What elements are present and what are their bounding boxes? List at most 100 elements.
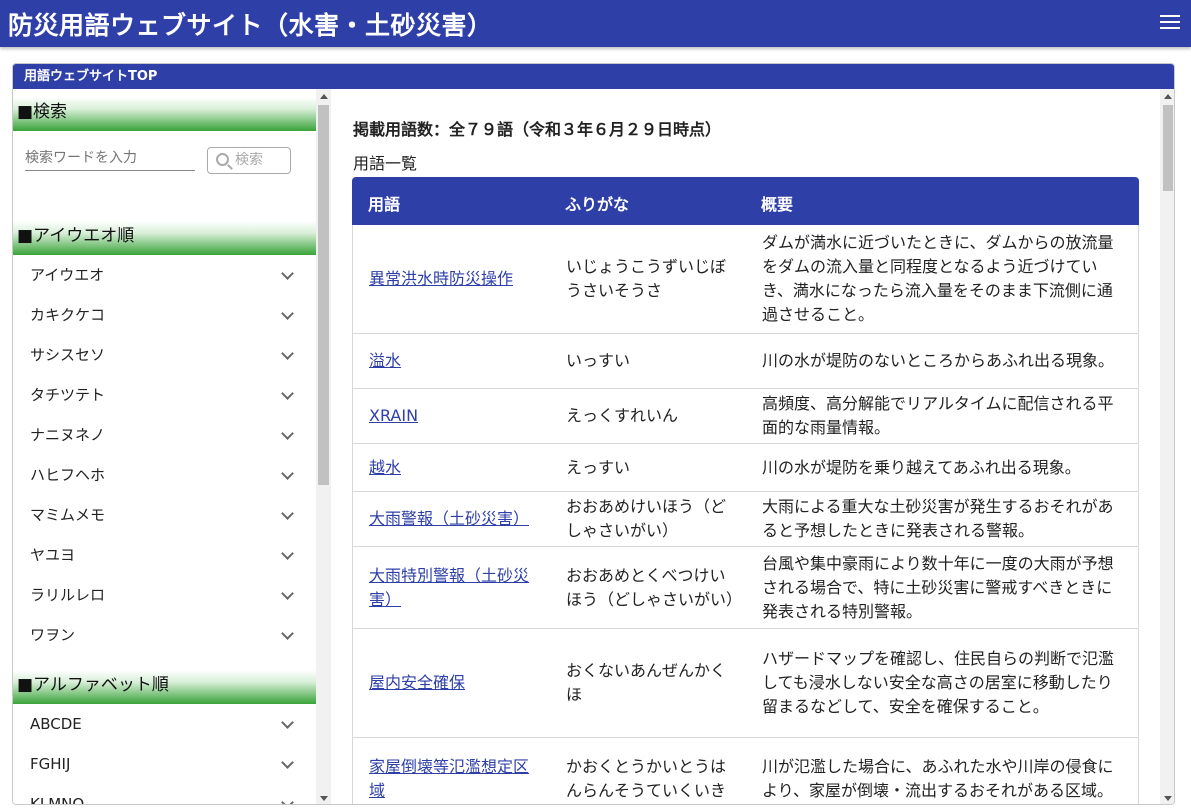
term-reading: いっすい	[566, 351, 631, 370]
sidebar-scroll-thumb[interactable]	[318, 105, 329, 485]
term-list-label: 用語一覧	[353, 154, 418, 173]
kana-heading: ■アイウエオ順	[13, 221, 316, 255]
accordion-item-na[interactable]: ナニヌネノ	[13, 415, 316, 455]
term-summary: 高頻度、高分解能でリアルタイムに配信される平面的な雨量情報。	[762, 394, 1114, 437]
scroll-up-icon[interactable]	[320, 94, 328, 99]
accordion-item-ka[interactable]: カキクケコ	[13, 295, 316, 335]
term-reading: おくないあんぜんかくほ	[566, 661, 727, 704]
chevron-down-icon	[281, 587, 294, 600]
chevron-down-icon	[281, 716, 294, 729]
main-scrollbar[interactable]	[1160, 89, 1174, 804]
chevron-down-icon	[281, 467, 294, 480]
accordion-item-a[interactable]: アイウエオ	[13, 255, 316, 295]
accordion-item-label: ワヲン	[30, 626, 76, 644]
table-row: 大雨警報（土砂災害） おおあめけいほう（どしゃさいがい） 大雨による重大な土砂災…	[352, 492, 1139, 547]
sidebar: ■検索 検索 ■アイウエオ順 アイウエオ カキクケコ サシスセソ タチツテト ナ…	[13, 89, 316, 805]
site-title[interactable]: 防災用語ウェブサイト（水害・土砂災害）	[8, 6, 493, 42]
accordion-item-label: KLMNO	[30, 795, 85, 805]
hamburger-menu-icon[interactable]	[1160, 15, 1180, 31]
chevron-down-icon	[281, 267, 294, 280]
accordion-item-label: マミムメモ	[30, 506, 106, 524]
term-link[interactable]: 大雨特別警報（土砂災害）	[369, 564, 539, 612]
search-row: 検索	[13, 131, 316, 209]
accordion-item-sa[interactable]: サシスセソ	[13, 335, 316, 375]
accordion-item-label: アイウエオ	[30, 266, 105, 284]
term-link[interactable]: XRAIN	[369, 404, 539, 428]
main-content: 掲載用語数：全７９語（令和３年６月２９日時点） 用語一覧 用語 ふりがな 概要 …	[331, 89, 1160, 804]
term-link[interactable]: 越水	[369, 456, 539, 480]
table-row: 屋内安全確保 おくないあんぜんかくほ ハザードマップを確認し、住民自らの判断で氾…	[352, 629, 1139, 738]
term-link[interactable]: 異常洪水時防災操作	[369, 267, 539, 291]
term-count: 掲載用語数：全７９語（令和３年６月２９日時点）	[353, 120, 722, 139]
chevron-down-icon	[281, 756, 294, 769]
search-icon	[216, 153, 229, 166]
accordion-item-abcde[interactable]: ABCDE	[13, 704, 316, 744]
term-reading: おおあめとくべつけいほう（どしゃさいがい）	[566, 565, 743, 609]
table-row: 溢水 いっすい 川の水が堤防のないところからあふれ出る現象。	[352, 334, 1139, 389]
term-reading: かおくとうかいとうはんらんそうていくいき	[566, 756, 727, 800]
chevron-down-icon	[281, 796, 294, 804]
term-summary: ダムが満水に近づいたときに、ダムからの放流量をダムの流入量と同程度となるよう近づ…	[762, 233, 1114, 324]
column-header-reading: ふりがな	[565, 195, 630, 214]
chevron-down-icon	[281, 347, 294, 360]
search-input[interactable]	[25, 145, 195, 171]
accordion-item-klmno[interactable]: KLMNO	[13, 784, 316, 805]
term-link[interactable]: 屋内安全確保	[369, 671, 539, 695]
scroll-down-icon[interactable]	[320, 796, 328, 801]
column-header-summary: 概要	[761, 195, 794, 214]
app-header: 防災用語ウェブサイト（水害・土砂災害）	[0, 0, 1191, 47]
term-reading: いじょうこうずいじぼうさいそうさ	[566, 257, 727, 300]
search-heading: ■検索	[13, 97, 316, 131]
term-reading: えっくすれいん	[566, 406, 679, 425]
chevron-down-icon	[281, 547, 294, 560]
term-reading: おおあめけいほう（どしゃさいがい）	[566, 497, 727, 540]
column-header-term: 用語	[368, 195, 401, 214]
table-row: 越水 えっすい 川の水が堤防を乗り越えてあふれ出る現象。	[352, 444, 1139, 492]
accordion-item-ta[interactable]: タチツテト	[13, 375, 316, 415]
accordion-item-ra[interactable]: ラリルレロ	[13, 575, 316, 615]
accordion-item-label: サシスセソ	[30, 346, 106, 364]
main-scroll-thumb[interactable]	[1163, 105, 1173, 191]
term-summary: 川の水が堤防のないところからあふれ出る現象。	[762, 351, 1115, 370]
accordion-item-ma[interactable]: マミムメモ	[13, 495, 316, 535]
accordion-item-label: ナニヌネノ	[30, 426, 106, 444]
top-link-bar[interactable]: 用語ウェブサイトTOP	[13, 64, 1174, 89]
accordion-item-label: ラリルレロ	[30, 586, 106, 604]
alphabet-list: ABCDE FGHIJ KLMNO	[13, 704, 316, 805]
term-summary: 台風や集中豪雨により数十年に一度の大雨が予想される場合で、特に土砂災害に警戒すべ…	[762, 553, 1114, 621]
term-table: 用語 ふりがな 概要 異常洪水時防災操作 いじょうこうずいじぼうさいそうさ ダム…	[352, 177, 1139, 804]
scroll-down-icon[interactable]	[1164, 796, 1172, 801]
search-button-label: 検索	[235, 152, 263, 168]
term-summary: 川の水が堤防を乗り越えてあふれ出る現象。	[762, 457, 1081, 477]
chevron-down-icon	[281, 387, 294, 400]
chevron-down-icon	[281, 507, 294, 520]
term-link[interactable]: 溢水	[369, 349, 539, 373]
sidebar-scrollbar[interactable]	[316, 89, 331, 804]
accordion-item-fghij[interactable]: FGHIJ	[13, 744, 316, 784]
term-link[interactable]: 家屋倒壊等氾濫想定区域	[369, 755, 539, 803]
table-row: 異常洪水時防災操作 いじょうこうずいじぼうさいそうさ ダムが満水に近づいたときに…	[352, 225, 1139, 334]
term-summary: ハザードマップを確認し、住民自らの判断で氾濫しても浸水しない安全な高さの居室に移…	[762, 649, 1115, 716]
accordion-item-ha[interactable]: ハヒフヘホ	[13, 455, 316, 495]
chevron-down-icon	[281, 427, 294, 440]
accordion-item-label: ヤユヨ	[30, 546, 76, 564]
content-frame: 用語ウェブサイトTOP ■検索 検索 ■アイウエオ順 アイウエオ カキクケコ サ…	[12, 63, 1175, 805]
term-summary: 川が氾濫した場合に、あふれた水や川岸の侵食により、家屋が倒壊・流出するおそれがあ…	[762, 756, 1114, 800]
scroll-up-icon[interactable]	[1164, 94, 1172, 99]
term-reading: えっすい	[566, 457, 631, 477]
accordion-item-label: ABCDE	[30, 715, 82, 733]
table-row: 大雨特別警報（土砂災害） おおあめとくべつけいほう（どしゃさいがい） 台風や集中…	[352, 547, 1139, 629]
chevron-down-icon	[281, 307, 294, 320]
accordion-item-label: カキクケコ	[30, 306, 106, 324]
accordion-item-label: ハヒフヘホ	[30, 466, 106, 484]
accordion-item-wa[interactable]: ワヲン	[13, 615, 316, 655]
accordion-item-label: FGHIJ	[30, 755, 71, 773]
kana-list: アイウエオ カキクケコ サシスセソ タチツテト ナニヌネノ ハヒフヘホ マミムメ…	[13, 255, 316, 655]
accordion-item-label: タチツテト	[30, 386, 106, 404]
table-header: 用語 ふりがな 概要	[352, 177, 1139, 225]
term-link[interactable]: 大雨警報（土砂災害）	[369, 507, 539, 531]
search-button[interactable]: 検索	[207, 147, 291, 174]
accordion-item-ya[interactable]: ヤユヨ	[13, 535, 316, 575]
table-row: 家屋倒壊等氾濫想定区域 かおくとうかいとうはんらんそうていくいき 川が氾濫した場…	[352, 738, 1139, 804]
chevron-down-icon	[281, 627, 294, 640]
